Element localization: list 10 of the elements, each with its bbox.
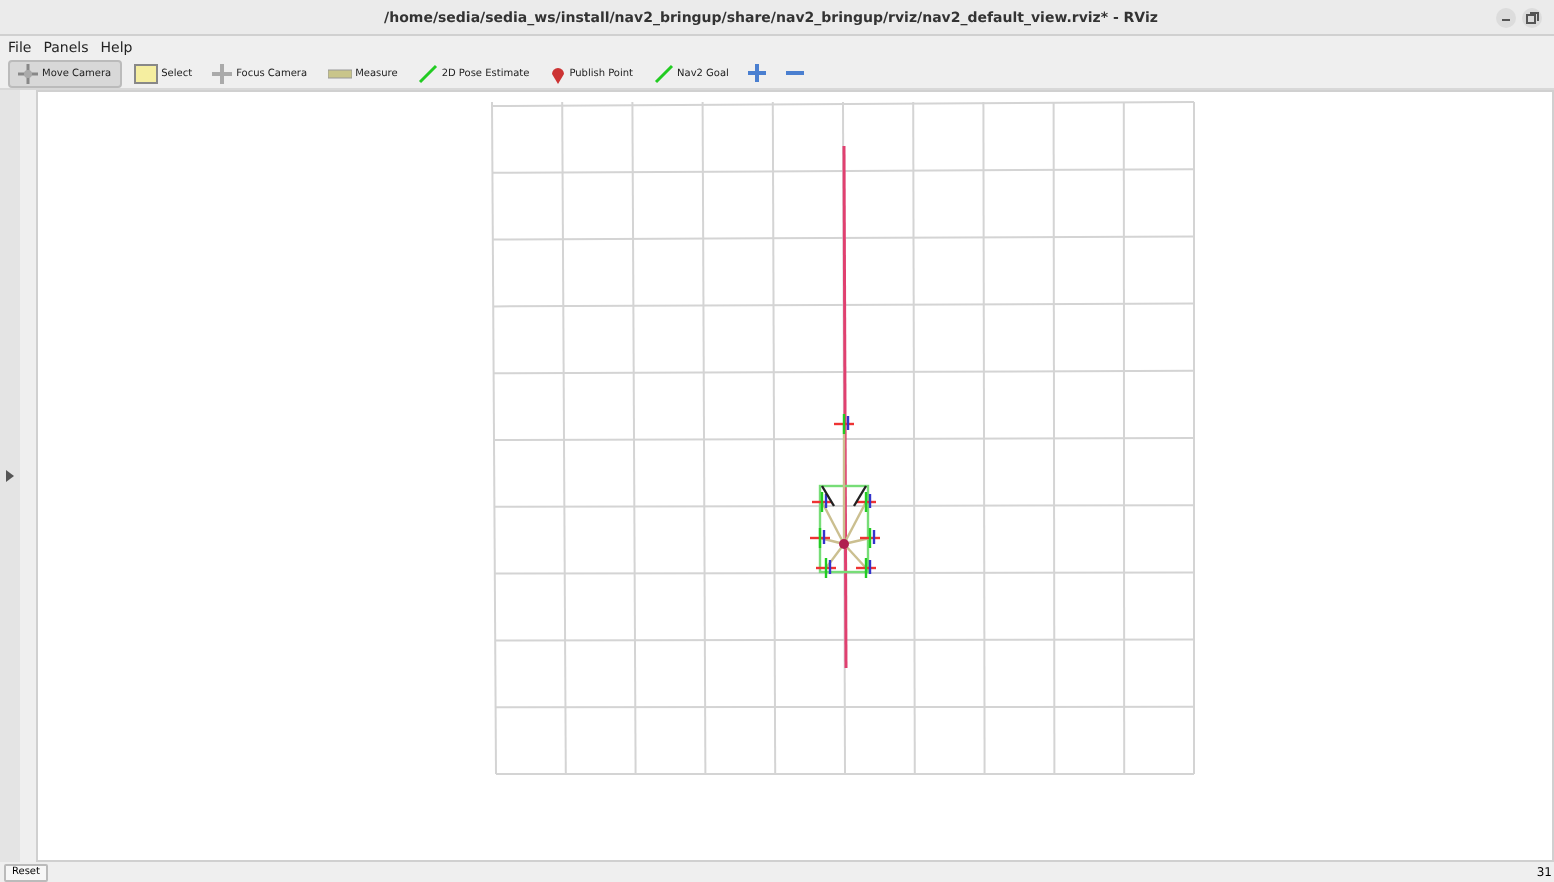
restore-icon bbox=[1522, 7, 1543, 27]
plus-icon bbox=[748, 64, 767, 82]
maximize-button[interactable] bbox=[1522, 7, 1543, 27]
map-pin-icon bbox=[549, 63, 566, 83]
minimize-button[interactable] bbox=[1496, 7, 1517, 27]
expand-arrow-icon bbox=[6, 470, 14, 482]
move-arrows-icon bbox=[18, 63, 38, 83]
ruler-icon bbox=[327, 67, 352, 79]
crosshair-icon bbox=[212, 63, 233, 83]
select-box-icon bbox=[133, 63, 158, 83]
